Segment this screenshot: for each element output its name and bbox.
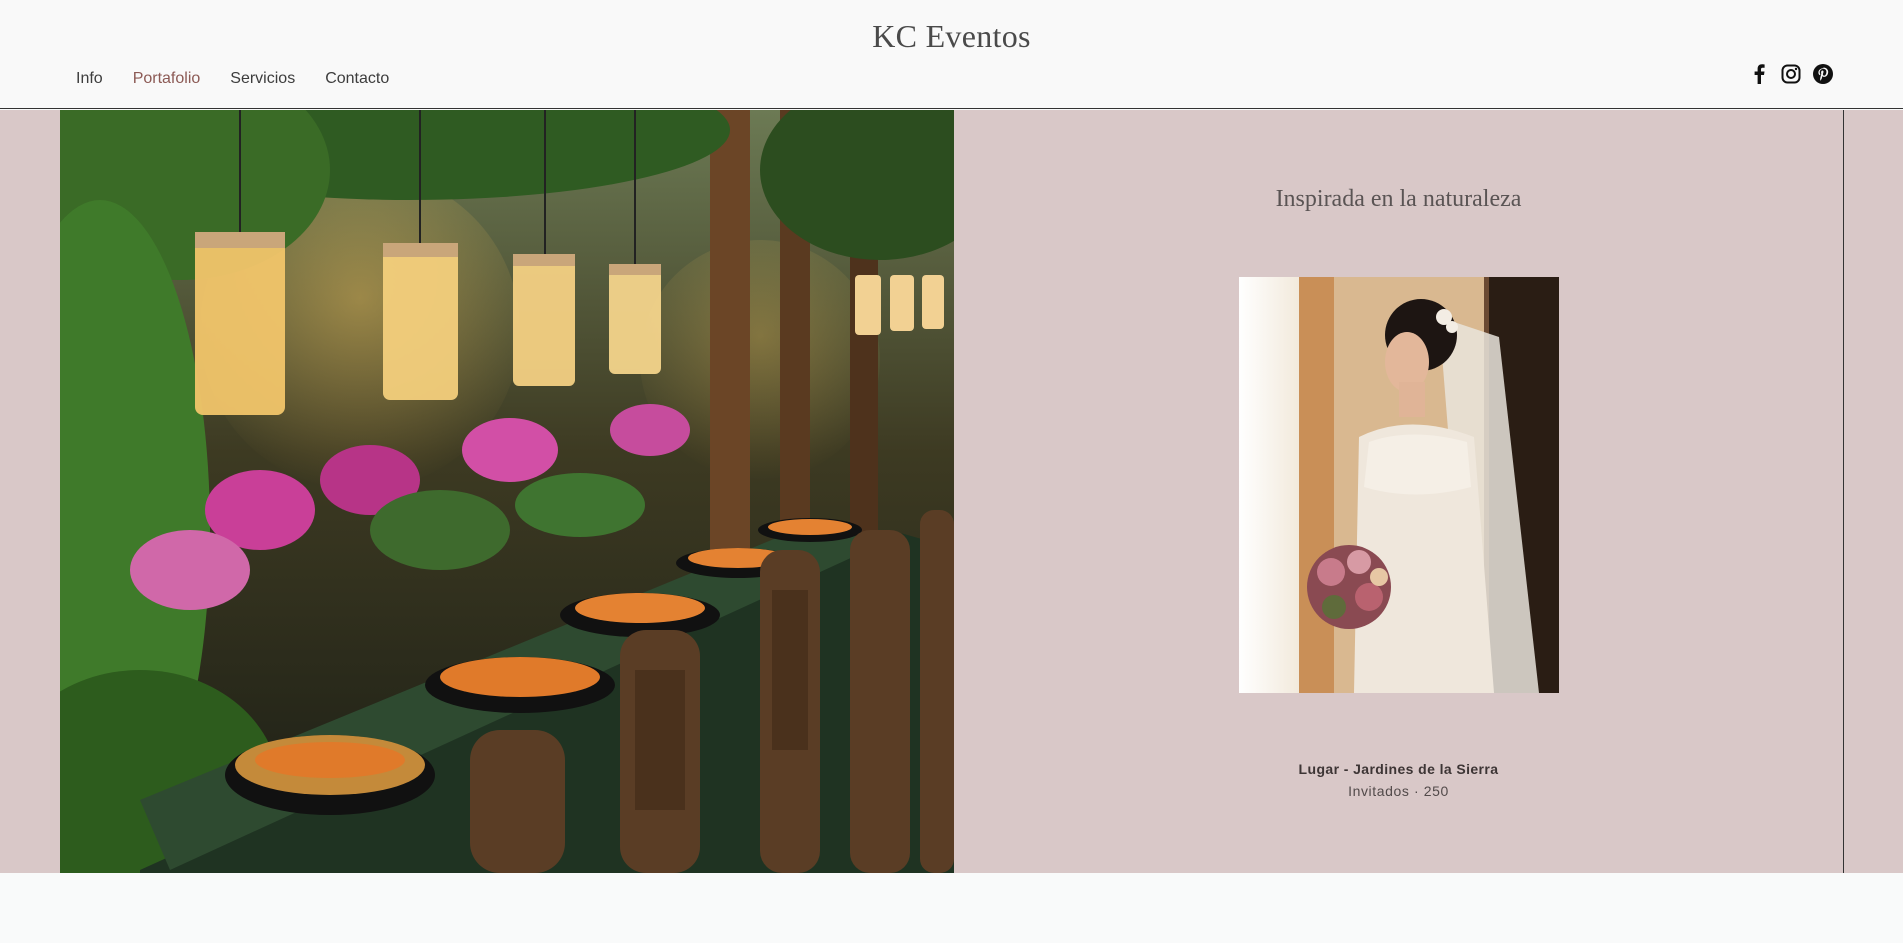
venue-label: Lugar - Jardines de la Sierra: [1298, 761, 1499, 777]
site-logo[interactable]: KC Eventos: [0, 18, 1903, 55]
nav-portafolio[interactable]: Portafolio: [133, 70, 201, 88]
facebook-icon[interactable]: [1749, 64, 1769, 84]
nav-contacto[interactable]: Contacto: [325, 70, 389, 88]
portfolio-title: Inspirada en la naturaleza: [1275, 186, 1522, 212]
main-nav: Info Portafolio Servicios Contacto: [76, 70, 419, 88]
nav-servicios[interactable]: Servicios: [230, 70, 295, 88]
site-header: KC Eventos Info Portafolio Servicios Con…: [0, 0, 1903, 109]
instagram-icon[interactable]: [1781, 64, 1801, 84]
nav-info[interactable]: Info: [76, 70, 103, 88]
pinterest-icon[interactable]: [1813, 64, 1833, 84]
bride-photo[interactable]: [1239, 277, 1559, 693]
event-table-photo[interactable]: [60, 110, 954, 873]
guests-label: Invitados · 250: [1348, 783, 1449, 799]
social-links: [1749, 64, 1833, 84]
section-divider: [1843, 110, 1844, 873]
